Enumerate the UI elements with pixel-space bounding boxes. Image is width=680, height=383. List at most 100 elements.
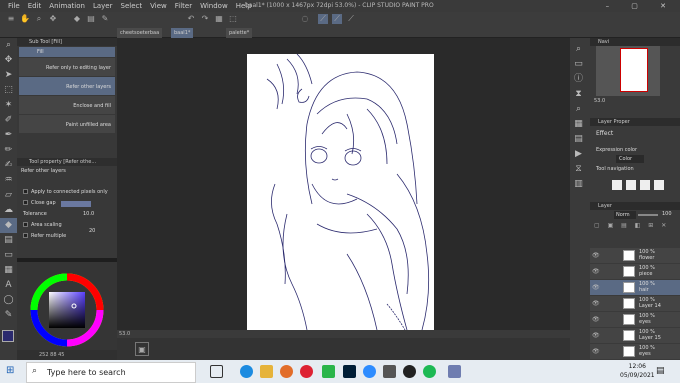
app-black-icon[interactable]: [403, 365, 416, 378]
redo-icon[interactable]: ↷: [200, 14, 210, 24]
brush-tool-icon[interactable]: ✍: [0, 158, 17, 173]
connected-pixels-checkbox[interactable]: [23, 189, 28, 194]
menu-edit[interactable]: Edit: [28, 2, 42, 10]
gradient-icon[interactable]: ▤: [86, 14, 96, 24]
menu-window[interactable]: Window: [200, 2, 228, 10]
color-wheel[interactable]: [17, 262, 117, 350]
tab-cheetsoeterbaa[interactable]: cheetsoeterbaa: [117, 28, 163, 38]
select-icon[interactable]: ⬚: [228, 14, 238, 24]
sub-view-icon[interactable]: ▭: [570, 57, 587, 72]
frame-tool-icon[interactable]: ▦: [0, 263, 17, 278]
opacity-value[interactable]: 100: [662, 211, 672, 217]
fill-tool-icon[interactable]: ◆: [0, 218, 17, 233]
nav-tool-4-icon[interactable]: [654, 180, 664, 190]
operation-tool-icon[interactable]: ➤: [0, 68, 17, 83]
subtool-fill[interactable]: Fill: [19, 47, 115, 57]
balloon-tool-icon[interactable]: ◯: [0, 293, 17, 308]
layer-row[interactable]: 👁 100 % eyes: [590, 344, 680, 359]
refer-multiple-row[interactable]: Refer multiple: [17, 231, 117, 242]
pen-tool-icon[interactable]: ✒: [0, 128, 17, 143]
navigator-icon[interactable]: ⌕: [570, 42, 587, 57]
expression-color-select[interactable]: Color: [616, 155, 644, 163]
text-tool-icon[interactable]: A: [0, 278, 17, 293]
move-tool-icon[interactable]: ✥: [0, 53, 17, 68]
blend-mode-select[interactable]: Norm: [614, 211, 636, 219]
windows-start-icon[interactable]: ⊞: [6, 366, 14, 376]
close-gap-checkbox[interactable]: [23, 200, 28, 205]
history-icon[interactable]: ⧗: [570, 87, 587, 102]
blend-tool-icon[interactable]: ☁: [0, 203, 17, 218]
area-scaling-checkbox[interactable]: [23, 222, 28, 227]
app-red-icon[interactable]: [300, 365, 313, 378]
taskbar-search-input[interactable]: Type here to search: [26, 362, 196, 383]
subtool-refer-other[interactable]: Refer other layers: [19, 77, 115, 95]
close-gap-selector[interactable]: [61, 201, 91, 207]
task-view-icon[interactable]: [210, 365, 223, 378]
eye-icon[interactable]: 👁: [592, 252, 600, 259]
layer-row-selected[interactable]: 👁 100 % hair: [590, 280, 680, 295]
layer-icon[interactable]: ▥: [570, 177, 587, 192]
airbrush-tool-icon[interactable]: ♒: [0, 173, 17, 188]
line-icon[interactable]: [322, 365, 335, 378]
layer-row[interactable]: 👁 100 % piece: [590, 264, 680, 279]
menu-layer[interactable]: Layer: [93, 2, 113, 10]
eyedropper-tool-icon[interactable]: ✐: [0, 113, 17, 128]
wand-tool-icon[interactable]: ✶: [0, 98, 17, 113]
zoom-icon[interactable]: ⌕: [34, 14, 44, 24]
menu-view[interactable]: View: [150, 2, 167, 10]
pen-icon[interactable]: ✎: [100, 14, 110, 24]
navigator-zoom[interactable]: 53.0: [594, 98, 605, 104]
search-layer-icon[interactable]: ⌕: [570, 102, 587, 117]
file-explorer-icon[interactable]: [260, 365, 273, 378]
eye-icon[interactable]: 👁: [592, 300, 600, 307]
zoom-app-icon[interactable]: [363, 365, 376, 378]
clip-studio-icon[interactable]: [448, 365, 461, 378]
eye-icon[interactable]: 👁: [592, 348, 600, 355]
navigator-preview[interactable]: [596, 46, 660, 96]
subtool-refer-editing[interactable]: Refer only to editing layer: [19, 58, 115, 76]
close-gap-row[interactable]: Close gap: [17, 198, 117, 209]
auto-action-icon[interactable]: ▶: [570, 147, 587, 162]
tab-baal1[interactable]: baal1*: [171, 28, 194, 38]
eye-icon[interactable]: 👁: [592, 284, 600, 291]
timeline-icon[interactable]: ⧖: [570, 162, 587, 177]
menu-filter[interactable]: Filter: [175, 2, 192, 10]
gradient-tool-icon[interactable]: ▤: [0, 233, 17, 248]
edge-icon[interactable]: [240, 365, 253, 378]
fill-icon[interactable]: ◆: [72, 14, 82, 24]
drawing-canvas[interactable]: [247, 54, 434, 330]
zoom-tool-icon[interactable]: ⌕: [0, 38, 17, 53]
nav-tool-1-icon[interactable]: [612, 180, 622, 190]
window-controls[interactable]: – ▢ ✕: [606, 0, 676, 12]
menu-icon[interactable]: ≡: [6, 14, 16, 24]
eye-icon[interactable]: 👁: [592, 268, 600, 275]
app-dark-icon[interactable]: [383, 365, 396, 378]
main-color-swatch[interactable]: [2, 330, 14, 342]
nav-tool-2-icon[interactable]: [626, 180, 636, 190]
canvas-zoom[interactable]: 53.0: [117, 330, 570, 338]
firefox-icon[interactable]: [280, 365, 293, 378]
eye-icon[interactable]: 👁: [592, 332, 600, 339]
tolerance-value[interactable]: 10.0: [83, 209, 94, 220]
photoshop-icon[interactable]: [343, 365, 356, 378]
snap-icon[interactable]: ⟋: [332, 14, 342, 24]
select-tool-icon[interactable]: ⬚: [0, 83, 17, 98]
menu-animation[interactable]: Animation: [49, 2, 85, 10]
opacity-slider[interactable]: [638, 214, 658, 216]
clear-icon[interactable]: ▦: [214, 14, 224, 24]
correct-line-tool-icon[interactable]: ✎: [0, 308, 17, 323]
nav-tool-3-icon[interactable]: [640, 180, 650, 190]
hand-icon[interactable]: ✋: [20, 14, 30, 24]
layer-row[interactable]: 👁 100 % Layer 15: [590, 328, 680, 343]
material-icon[interactable]: ▦: [570, 117, 587, 132]
layer-row[interactable]: 👁 100 % flower: [590, 248, 680, 263]
pencil-tool-icon[interactable]: ✏: [0, 143, 17, 158]
layer-toolbar[interactable]: ▢ ▣ ▤ ◧ ⊞ ✕: [590, 220, 680, 248]
connected-pixels-row[interactable]: Apply to connected pixels only: [17, 187, 117, 198]
undo-icon[interactable]: ↶: [186, 14, 196, 24]
layer-property-icon[interactable]: ▤: [570, 132, 587, 147]
move-icon[interactable]: ✥: [48, 14, 58, 24]
subtool-unfilled[interactable]: Paint unfilled area: [19, 115, 115, 133]
eraser-tool-icon[interactable]: ▱: [0, 188, 17, 203]
layer-row[interactable]: 👁 100 % Layer 14: [590, 296, 680, 311]
